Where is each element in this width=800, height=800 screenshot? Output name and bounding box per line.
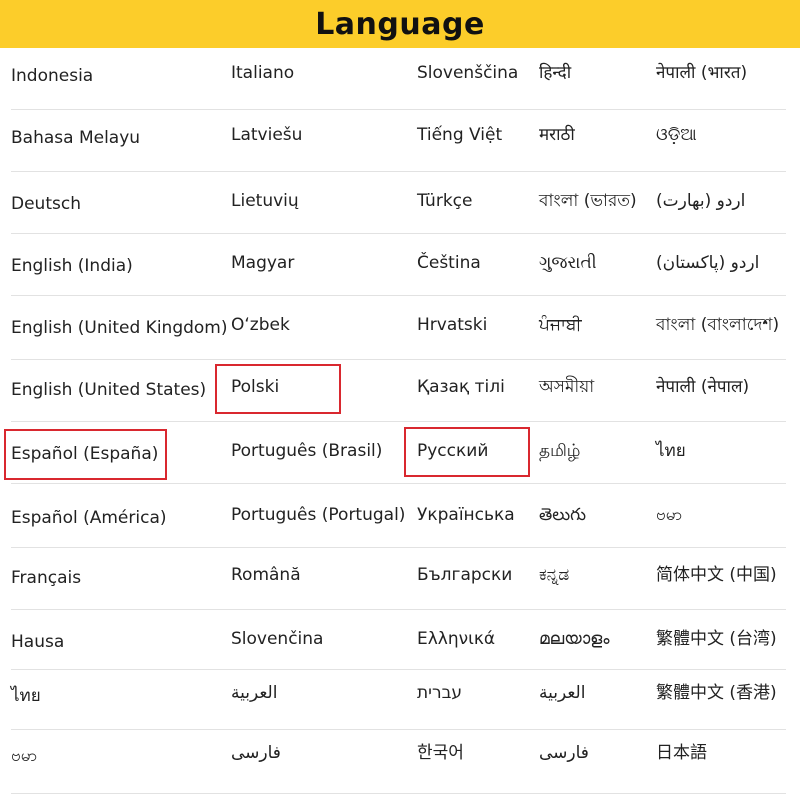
- language-option[interactable]: English (United States): [11, 380, 206, 400]
- language-option[interactable]: ਪੰਜਾਬੀ: [539, 315, 582, 335]
- language-option[interactable]: ไทย: [656, 441, 686, 461]
- highlight-box-russkiy: [404, 427, 530, 477]
- language-option[interactable]: Română: [231, 565, 301, 585]
- language-option[interactable]: العربية: [231, 683, 277, 703]
- language-option[interactable]: Lietuvių: [231, 191, 299, 211]
- language-option[interactable]: العربية: [539, 683, 585, 703]
- language-option[interactable]: فارسی: [231, 743, 281, 763]
- language-option[interactable]: Deutsch: [11, 194, 81, 214]
- row-divider: [11, 109, 786, 110]
- language-option[interactable]: 日本語: [656, 743, 707, 763]
- row-divider: [11, 171, 786, 172]
- language-option[interactable]: Ελληνικά: [417, 629, 495, 649]
- language-option[interactable]: Magyar: [231, 253, 294, 273]
- row-divider: [11, 609, 786, 610]
- header-bar: Language: [0, 0, 800, 48]
- language-option[interactable]: नेपाली (नेपाल): [656, 377, 749, 397]
- language-option[interactable]: Italiano: [231, 63, 294, 83]
- highlight-box-espanol-espana: [4, 429, 167, 480]
- language-option[interactable]: తెలుగు: [539, 505, 586, 525]
- language-option[interactable]: اردو (پاکستان): [656, 253, 759, 273]
- language-option[interactable]: Español (América): [11, 508, 167, 528]
- language-option[interactable]: Українська: [417, 505, 515, 525]
- row-divider: [11, 483, 786, 484]
- page-title: Language: [315, 6, 485, 42]
- language-option[interactable]: Français: [11, 568, 81, 588]
- language-option[interactable]: বাংলা (ভারত): [539, 191, 637, 211]
- language-option[interactable]: বাংলা (বাংলাদেশ): [656, 315, 779, 335]
- language-option[interactable]: Čeština: [417, 253, 481, 273]
- row-divider: [11, 233, 786, 234]
- language-option[interactable]: Tiếng Việt: [417, 125, 502, 145]
- language-option[interactable]: Български: [417, 565, 512, 585]
- language-option[interactable]: ગુજરાતી: [539, 253, 597, 273]
- row-divider: [11, 421, 786, 422]
- language-option[interactable]: தமிழ்: [539, 441, 581, 461]
- language-option[interactable]: اردو (بھارت): [656, 191, 745, 211]
- language-option[interactable]: Hausa: [11, 632, 64, 652]
- language-option[interactable]: नेपाली (भारत): [656, 63, 747, 83]
- language-option[interactable]: অসমীয়া: [539, 377, 594, 397]
- language-option[interactable]: ไทย: [11, 686, 41, 706]
- language-option[interactable]: മലയാളം: [539, 629, 609, 649]
- language-option[interactable]: 繁體中文 (香港): [656, 683, 777, 703]
- language-option[interactable]: Oʻzbek: [231, 315, 290, 335]
- language-option[interactable]: Latviešu: [231, 125, 302, 145]
- language-option[interactable]: ဗမာ: [656, 505, 682, 525]
- row-divider: [11, 729, 786, 730]
- language-option[interactable]: Slovenščina: [417, 63, 518, 83]
- language-option[interactable]: Indonesia: [11, 66, 93, 86]
- row-divider: [11, 793, 786, 794]
- language-option[interactable]: English (United Kingdom): [11, 318, 228, 338]
- row-divider: [11, 295, 786, 296]
- language-option[interactable]: Қазақ тілі: [417, 377, 505, 397]
- language-option[interactable]: 简体中文 (中国): [656, 565, 777, 585]
- row-divider: [11, 359, 786, 360]
- language-option[interactable]: ဗမာ: [11, 746, 37, 766]
- language-option[interactable]: 繁體中文 (台湾): [656, 629, 777, 649]
- row-divider: [11, 669, 786, 670]
- language-option[interactable]: فارسی: [539, 743, 589, 763]
- language-option[interactable]: Bahasa Melayu: [11, 128, 140, 148]
- language-option[interactable]: 한국어: [417, 743, 464, 763]
- language-option[interactable]: Português (Brasil): [231, 441, 382, 461]
- language-option[interactable]: עברית: [417, 683, 462, 703]
- language-option[interactable]: English (India): [11, 256, 133, 276]
- row-divider: [11, 547, 786, 548]
- language-option[interactable]: ಕನ್ನಡ: [539, 565, 569, 585]
- language-option[interactable]: Hrvatski: [417, 315, 487, 335]
- language-option[interactable]: हिन्दी: [539, 63, 571, 83]
- language-option[interactable]: Slovenčina: [231, 629, 323, 649]
- language-option[interactable]: मराठी: [539, 125, 575, 145]
- language-option[interactable]: ଓଡ଼ିଆ: [656, 125, 697, 145]
- language-option[interactable]: Türkçe: [417, 191, 472, 211]
- highlight-box-polski: [215, 364, 341, 414]
- language-option[interactable]: Português (Portugal): [231, 505, 405, 525]
